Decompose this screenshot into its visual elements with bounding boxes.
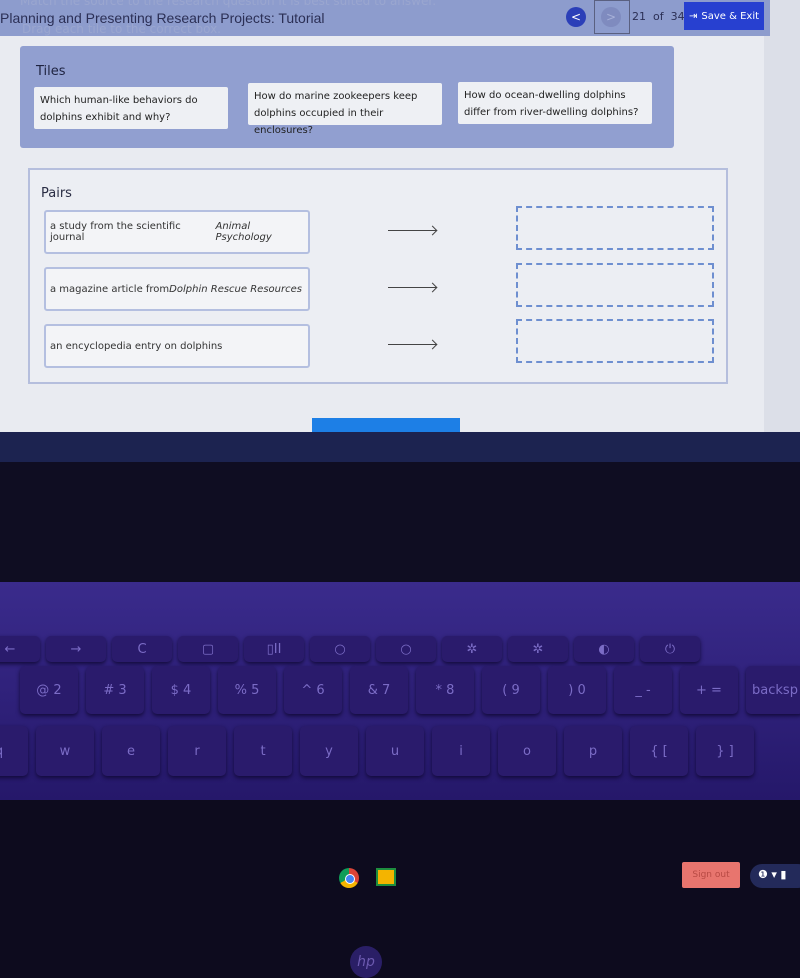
status-tray[interactable]: ❶ ▾ ▮: [750, 864, 800, 888]
keyboard-key[interactable]: + =: [680, 666, 738, 714]
source-text: a study from the scientific journal: [50, 221, 181, 243]
source-text: a magazine article from: [50, 283, 170, 295]
keyboard-key[interactable]: w: [36, 726, 94, 776]
chevron-right-icon: >: [605, 10, 617, 24]
source-title: Animal Psychology: [215, 221, 272, 243]
keyboard-key[interactable]: ( 9: [482, 666, 540, 714]
taskbar: Sign out ❶ ▾ ▮: [0, 432, 800, 888]
keyboard-key[interactable]: ⏻: [640, 636, 700, 662]
keyboard-key[interactable]: r: [168, 726, 226, 776]
keyboard-key[interactable]: ○: [376, 636, 436, 662]
exit-icon: ⇥: [688, 10, 698, 22]
keyboard-key[interactable]: # 3: [86, 666, 144, 714]
keyboard-key[interactable]: @ 2: [20, 666, 78, 714]
keyboard-key[interactable]: ←: [0, 636, 40, 662]
keyboard-key[interactable]: p: [564, 726, 622, 776]
keyboard-key[interactable]: i: [432, 726, 490, 776]
keyboard-key[interactable]: % 5: [218, 666, 276, 714]
pairs-heading: Pairs: [41, 186, 72, 201]
keyboard-key[interactable]: ) 0: [548, 666, 606, 714]
keyboard-key[interactable]: * 8: [416, 666, 474, 714]
tiles-panel: Tiles Which human-like behaviors do dolp…: [20, 46, 674, 148]
save-exit-label: Save & Exit: [701, 10, 760, 22]
content: Tiles Which human-like behaviors do dolp…: [0, 36, 764, 432]
keyboard-key[interactable]: backsp: [746, 666, 800, 714]
sign-out-button[interactable]: Sign out: [682, 862, 740, 888]
previous-button[interactable]: <: [566, 7, 586, 27]
keyboard-key[interactable]: u: [366, 726, 424, 776]
keyboard-key[interactable]: & 7: [350, 666, 408, 714]
keyboard-key[interactable]: ▢: [178, 636, 238, 662]
hp-logo: hp: [350, 946, 382, 978]
submit-button[interactable]: [312, 418, 460, 432]
keyboard-key[interactable]: ▯II: [244, 636, 304, 662]
source-item: an encyclopedia entry on dolphins: [44, 324, 310, 368]
source-item: a magazine article from Dolphin Rescue R…: [44, 267, 310, 311]
keyboard-key[interactable]: _ -: [614, 666, 672, 714]
keyboard-key[interactable]: ✲: [508, 636, 568, 662]
current-page: 21: [632, 10, 646, 23]
pairs-panel: Pairs a study from the scientific journa…: [28, 168, 728, 384]
drop-box[interactable]: [516, 319, 714, 363]
keyboard-key[interactable]: q: [0, 726, 28, 776]
header: Match the source to the research questio…: [0, 0, 770, 36]
source-text: an encyclopedia entry on dolphins: [50, 340, 223, 352]
arrow-right-icon: [388, 344, 436, 345]
keyboard-key[interactable]: { [: [630, 726, 688, 776]
keyboard-key[interactable]: C: [112, 636, 172, 662]
chrome-icon[interactable]: [339, 868, 359, 888]
total-pages: 34: [670, 10, 685, 23]
chevron-left-icon: <: [570, 10, 582, 24]
keyboard-key[interactable]: ○: [310, 636, 370, 662]
next-button[interactable]: >: [601, 7, 621, 27]
save-exit-button[interactable]: ⇥ Save & Exit: [684, 2, 764, 30]
keyboard-key[interactable]: t: [234, 726, 292, 776]
keyboard-key[interactable]: } ]: [696, 726, 754, 776]
instruction-text: Match the source to the research questio…: [20, 0, 437, 8]
source-title: Dolphin Rescue Resources: [169, 283, 302, 295]
of-label: of: [653, 10, 664, 23]
screen: Match the source to the research questio…: [0, 0, 800, 432]
keyboard-key[interactable]: o: [498, 726, 556, 776]
tile[interactable]: How do marine zookeepers keep dolphins o…: [248, 83, 442, 136]
arrow-right-icon: [388, 230, 436, 231]
keyboard: ← → C ▢ ▯II ○ ○ ✲ ✲ ◐ ⏻ @ 2 # 3 $ 4% 5 ^ 6 & 7 * 8( 9) 0…: [0, 582, 800, 800]
tiles-heading: Tiles: [36, 64, 66, 79]
laptop-bezel: hp: [0, 462, 800, 978]
tile[interactable]: How do ocean-dwelling dolphins differ fr…: [458, 82, 652, 124]
arrow-right-icon: [388, 287, 436, 288]
tile[interactable]: Which human-like behaviors do dolphins e…: [34, 87, 228, 129]
keyboard-key[interactable]: ✲: [442, 636, 502, 662]
drop-box[interactable]: [516, 263, 714, 307]
keyboard-key[interactable]: →: [46, 636, 106, 662]
keyboard-key[interactable]: ◐: [574, 636, 634, 662]
keyboard-key[interactable]: y: [300, 726, 358, 776]
google-classroom-icon[interactable]: [376, 868, 396, 886]
keyboard-key[interactable]: $ 4: [152, 666, 210, 714]
drop-box[interactable]: [516, 206, 714, 250]
page-counter: 21 of 34: [632, 10, 685, 23]
keyboard-key[interactable]: e: [102, 726, 160, 776]
page-title: Planning and Presenting Research Project…: [0, 10, 325, 26]
source-item: a study from the scientific journal Anim…: [44, 210, 310, 254]
keyboard-key[interactable]: ^ 6: [284, 666, 342, 714]
